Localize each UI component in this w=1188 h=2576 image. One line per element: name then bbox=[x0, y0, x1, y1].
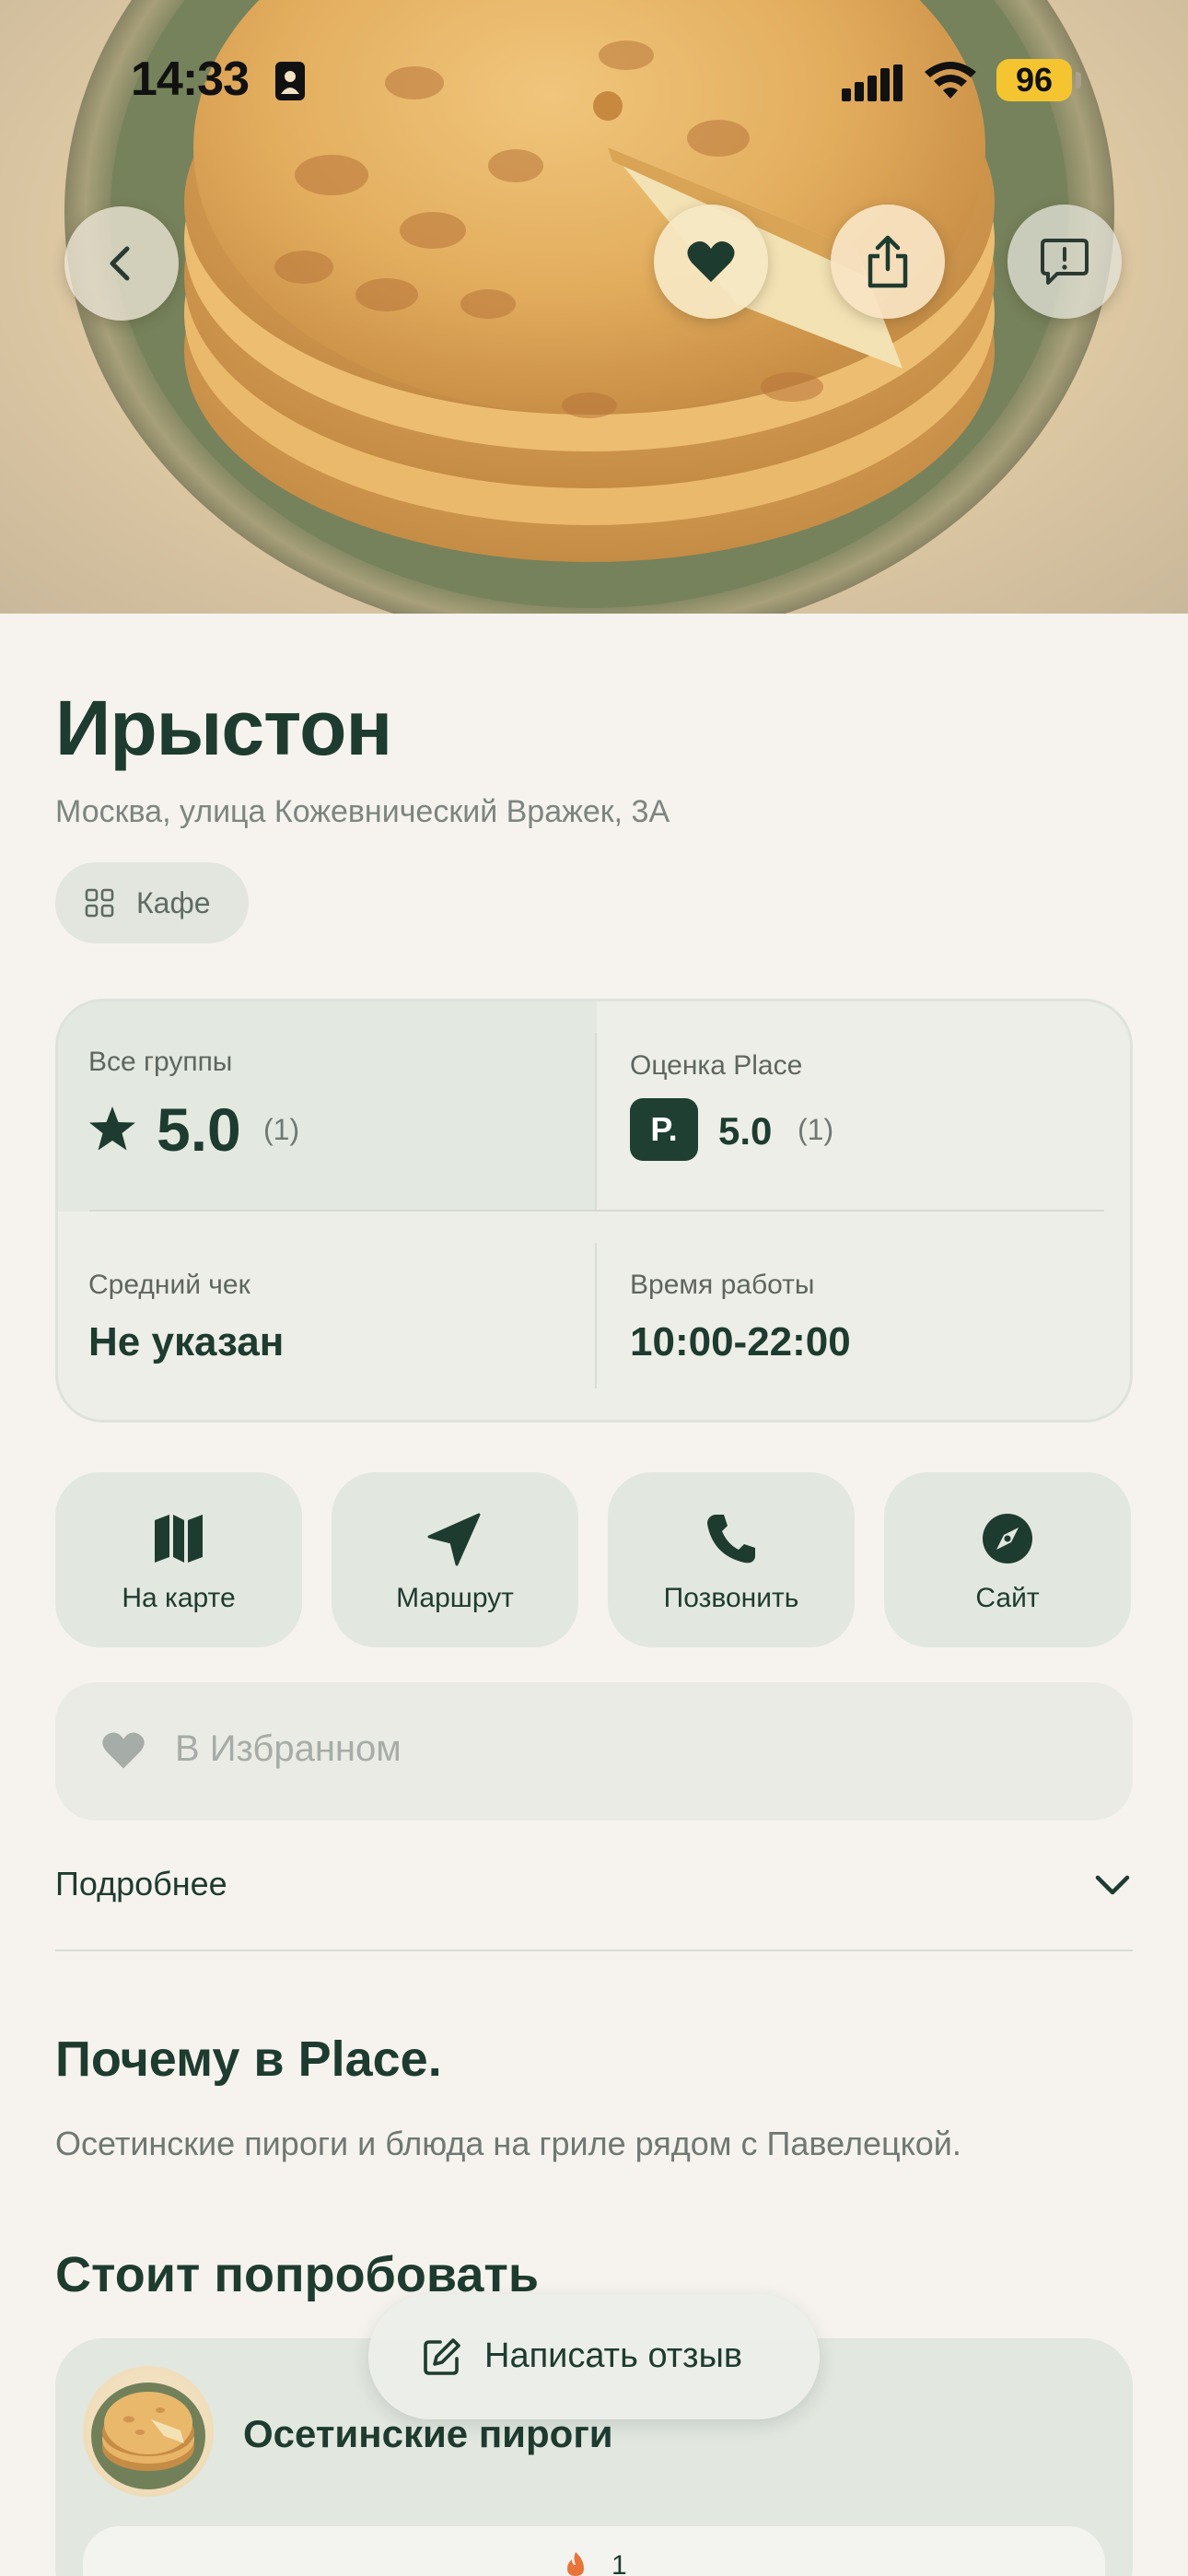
route-button-label: Маршрут bbox=[396, 1583, 514, 1613]
phone-icon bbox=[707, 1515, 755, 1563]
status-time: 14:33 bbox=[131, 53, 250, 106]
divider bbox=[55, 1950, 1133, 1951]
card-divider-vertical bbox=[595, 1243, 597, 1388]
map-button[interactable]: На карте bbox=[55, 1472, 302, 1647]
share-button[interactable] bbox=[831, 205, 945, 319]
hours-label: Время работы bbox=[630, 1270, 815, 1300]
avg-check-label: Средний чек bbox=[88, 1270, 250, 1300]
dish-details bbox=[83, 2526, 1105, 2576]
all-groups-cell[interactable] bbox=[58, 1001, 597, 1212]
navigation-arrow-icon bbox=[427, 1513, 481, 1566]
all-groups-label: Все группы bbox=[88, 1047, 233, 1077]
contact-card-icon bbox=[275, 62, 305, 100]
add-favorite-button[interactable]: В Избранном bbox=[55, 1682, 1133, 1821]
edit-icon bbox=[424, 2338, 460, 2375]
website-button-label: Сайт bbox=[975, 1583, 1040, 1613]
fire-icon bbox=[567, 2552, 584, 2576]
place-rating: 5.0 bbox=[718, 1109, 773, 1153]
favorite-button[interactable] bbox=[654, 205, 768, 319]
place-title: Ирыстон bbox=[55, 685, 392, 771]
all-groups-count: (1) bbox=[263, 1113, 300, 1146]
category-chip[interactable]: Кафе bbox=[55, 862, 249, 943]
hours-value: 10:00-22:00 bbox=[630, 1319, 851, 1364]
card-divider-vertical bbox=[595, 1033, 597, 1210]
chevron-left-icon bbox=[110, 246, 130, 281]
cellular-signal-icon bbox=[842, 64, 903, 101]
avg-check-value: Не указан bbox=[88, 1319, 285, 1364]
place-rating-count: (1) bbox=[798, 1113, 834, 1146]
heart-icon bbox=[102, 1732, 145, 1769]
category-label: Кафе bbox=[136, 885, 211, 919]
wifi-icon bbox=[925, 62, 976, 99]
call-button[interactable]: Позвонить bbox=[608, 1472, 855, 1647]
write-review-button[interactable]: Написать отзыв bbox=[368, 2294, 820, 2419]
dish-image bbox=[83, 2366, 214, 2497]
card-divider-horizontal bbox=[89, 1210, 1104, 1212]
battery-level: 96 bbox=[996, 59, 1072, 101]
report-button[interactable] bbox=[1007, 205, 1122, 319]
more-details-toggle[interactable]: Подробнее bbox=[55, 1861, 1133, 1950]
write-review-label: Написать отзыв bbox=[484, 2336, 743, 2375]
heart-icon bbox=[687, 241, 735, 282]
share-icon bbox=[868, 235, 908, 288]
place-logo: P. bbox=[630, 1098, 698, 1161]
all-groups-rating: 5.0 bbox=[157, 1095, 241, 1164]
back-button[interactable] bbox=[64, 206, 179, 321]
route-button[interactable]: Маршрут bbox=[332, 1472, 578, 1647]
hero-image: 14:33 96 bbox=[0, 0, 1188, 614]
star-icon bbox=[89, 1107, 135, 1151]
website-button[interactable]: Сайт bbox=[884, 1472, 1131, 1647]
status-bar: 14:33 96 bbox=[0, 0, 1188, 138]
why-text: Осетинские пироги и блюда на гриле рядом… bbox=[55, 2125, 961, 2162]
why-title: Почему в Place. bbox=[55, 2032, 442, 2087]
place-address: Москва, улица Кожевнический Вражек, 3А bbox=[55, 794, 670, 829]
map-icon bbox=[155, 1515, 203, 1563]
more-details-label: Подробнее bbox=[55, 1865, 227, 1903]
favorite-label: В Избранном bbox=[175, 1728, 402, 1769]
compass-icon bbox=[983, 1514, 1032, 1563]
place-logo-letter: P. bbox=[650, 1110, 678, 1148]
battery-tip bbox=[1076, 72, 1081, 88]
chevron-down-icon bbox=[1095, 1875, 1130, 1895]
report-icon bbox=[1041, 239, 1089, 285]
dish-count: 1 bbox=[611, 2550, 627, 2576]
map-button-label: На карте bbox=[122, 1583, 236, 1613]
grid-icon bbox=[85, 888, 114, 918]
call-button-label: Позвонить bbox=[663, 1583, 799, 1613]
place-rating-label: Оценка Place bbox=[630, 1050, 803, 1081]
